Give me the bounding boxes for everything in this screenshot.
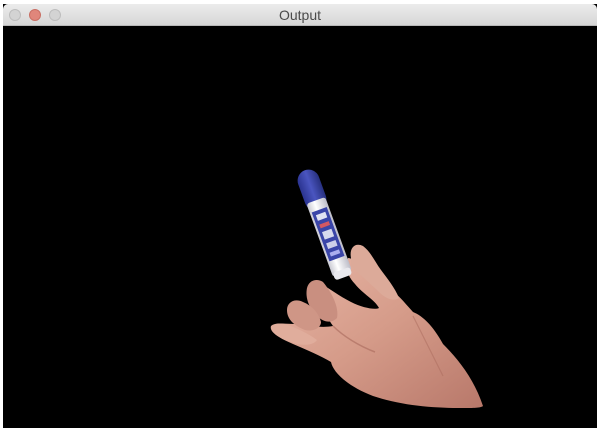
hand-marker-image	[270, 169, 483, 408]
output-canvas	[3, 26, 597, 428]
title-bar[interactable]: Output	[3, 4, 597, 26]
app-window: Output	[3, 4, 597, 428]
hand	[270, 244, 483, 408]
window-title: Output	[278, 7, 322, 23]
marker	[297, 169, 352, 280]
